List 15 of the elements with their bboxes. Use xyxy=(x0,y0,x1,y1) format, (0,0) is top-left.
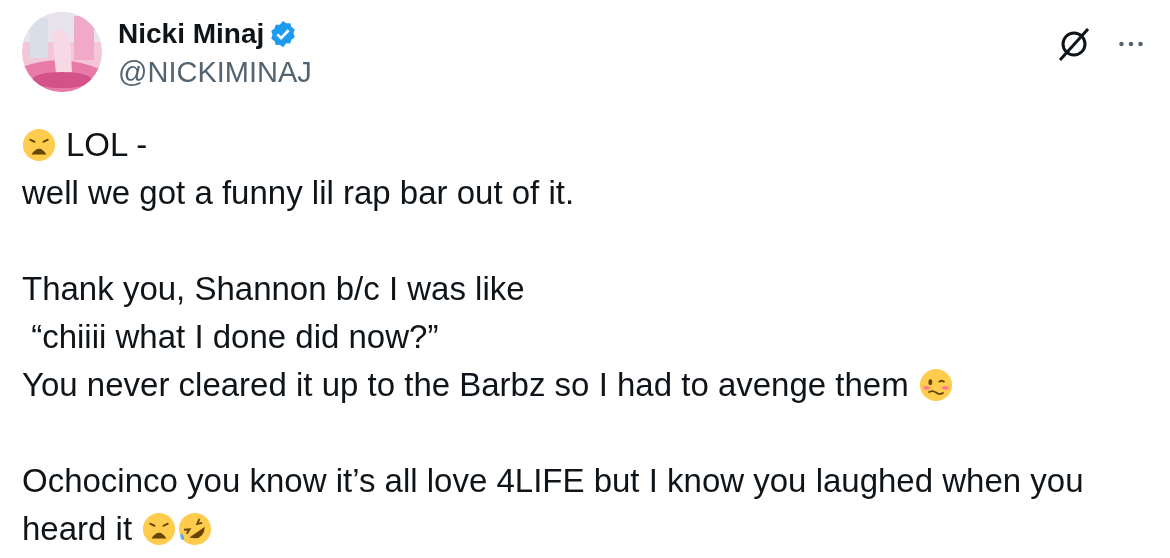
tweet-text-line: “chiiii what I done did now?” xyxy=(30,318,439,356)
author-name[interactable]: Nicki Minaj xyxy=(118,18,265,50)
author-handle[interactable]: @NICKIMINAJ xyxy=(118,56,312,89)
more-icon[interactable] xyxy=(1118,40,1144,48)
tweet-text-line: heard it xyxy=(22,510,133,548)
tweet-text-line: well we got a funny lil rap bar out of it. xyxy=(22,174,575,212)
tweet-text-line: You never cleared it up to the Barbz so I had to avenge them xyxy=(22,366,909,404)
weary-face-icon xyxy=(142,512,177,546)
tweet-text-line: Thank you, Shannon b/c I was like xyxy=(22,270,525,308)
woozy-face-icon xyxy=(918,368,953,402)
tweet-text-line: LOL - xyxy=(66,126,148,164)
laughing-face-icon xyxy=(178,512,213,546)
slashed-circle-icon[interactable] xyxy=(1056,26,1092,62)
tweet-text-line: Ochocinco you know it’s all love 4LIFE but I know you laughed when you xyxy=(22,462,1084,500)
weary-face-icon xyxy=(22,128,56,162)
